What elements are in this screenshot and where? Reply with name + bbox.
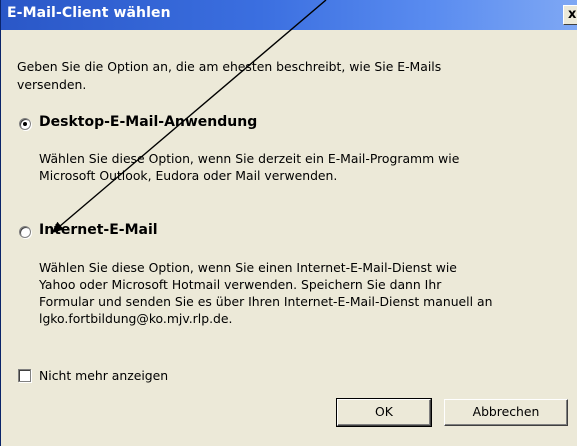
option-desktop-email-label[interactable]: Desktop-E-Mail-Anwendung [39, 114, 257, 130]
option-internet-desc-line2: Yahoo oder Microsoft Hotmail verwenden. … [39, 277, 442, 292]
option-internet-desc-line4: lgko.fortbildung@ko.mjv.rlp.de. [39, 311, 233, 326]
intro-text-line1: Geben Sie die Option an, die am ehesten … [17, 59, 442, 74]
radio-selected-dot [23, 122, 27, 126]
title-bar[interactable]: E-Mail-Client wählen [1, 0, 577, 30]
dont-show-again-checkbox[interactable] [18, 369, 31, 382]
dont-show-again-label[interactable]: Nicht mehr anzeigen [39, 367, 168, 384]
option-internet-desc-line1: Wählen Sie diese Option, wenn Sie einen … [39, 260, 457, 275]
radio-desktop-email[interactable] [19, 118, 31, 130]
close-icon: x [568, 7, 577, 22]
dialog-title: E-Mail-Client wählen [7, 5, 171, 21]
cancel-button[interactable]: Abbrechen [444, 399, 568, 426]
ok-button[interactable]: OK [336, 398, 432, 427]
close-button[interactable]: x [563, 5, 577, 25]
intro-text-line2: versenden. [17, 77, 87, 92]
option-internet-email-label[interactable]: Internet-E-Mail [39, 222, 158, 238]
option-internet-desc-line3: Formular und senden Sie es über Ihren In… [39, 294, 493, 309]
option-desktop-desc-line2: Microsoft Outlook, Eudora oder Mail verw… [39, 168, 338, 183]
option-desktop-desc-line1: Wählen Sie diese Option, wenn Sie derzei… [39, 151, 460, 166]
email-client-dialog: E-Mail-Client wählen x Geben Sie die Opt… [0, 0, 577, 446]
radio-internet-email[interactable] [19, 226, 31, 238]
